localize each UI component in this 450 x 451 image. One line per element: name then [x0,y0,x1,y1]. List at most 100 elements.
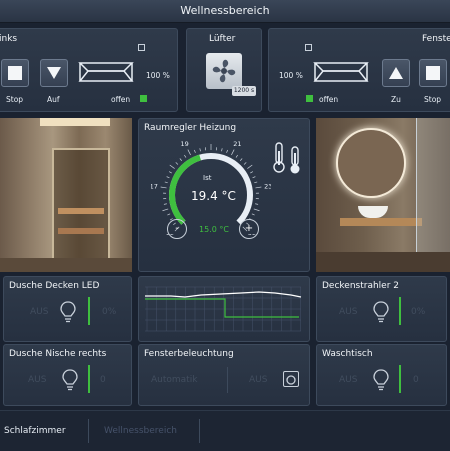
gauge-tick [170,165,175,169]
gauge-tick [188,150,191,155]
gauge-tick [255,187,261,188]
round-mirror [336,128,406,198]
gauge-tick [167,177,170,178]
thermostat-minus-button[interactable]: - [167,219,187,239]
tab-wellnessbereich[interactable]: Wellnessbereich [92,419,200,443]
blind-panel-left: inks Stop Auf 100 % offen [0,28,178,112]
blind-right-title: Fenste [422,34,450,44]
gauge-tick [169,172,172,173]
gauge-tick [162,209,168,211]
deckenstrahler-state: AUS [339,307,357,317]
gauge-tick [176,162,178,164]
shower-glass [416,118,450,272]
blind-left-checkbox[interactable] [138,44,145,51]
triangle-up-icon [388,66,404,80]
thermometer-icon [272,141,286,173]
deckenstrahler-value: 0% [411,307,425,317]
blind-left-status-indicator [140,95,147,102]
gauge-tick [255,204,258,205]
gauge-tick [167,214,170,215]
temperature-history-chart [141,281,307,337]
thermostat-ist-label: Ist [203,174,211,182]
fenster-title: Fensterbeleuchtung [144,349,234,359]
light-panel-dusche-nische[interactable]: Dusche Nische rechts AUS 0 [3,344,132,406]
blind-right-stop-button[interactable] [419,59,447,87]
sauna-photo [0,118,132,272]
dusche-nische-value: 0 [100,375,106,385]
blind-left-stop-button[interactable] [1,59,29,87]
light-panel-deckenstrahler[interactable]: Deckenstrahler 2 AUS 0% [316,276,447,342]
fan-panel: Lüfter 1200 s [186,28,262,112]
dusche-decke-value: 0% [102,307,116,317]
dusche-nische-divider [88,365,90,393]
gauge-tick [231,150,234,155]
blind-left-title: inks [0,34,17,44]
triangle-down-icon [46,66,62,80]
bathroom-photo [316,118,450,272]
history-chart-panel [138,276,310,342]
blind-right-percent: 100 % [279,71,303,80]
blind-right-down-button[interactable] [382,59,410,87]
page-title: Wellnessbereich [180,4,269,17]
gauge-tick [227,150,228,153]
thermostat-plus-button[interactable]: + [239,219,259,239]
sauna-light [40,118,110,126]
lightbulb-icon [373,301,389,323]
minus-label: - [175,223,179,234]
blind-left-state: offen [111,95,130,104]
blind-right-down-label: Zu [391,95,401,104]
thermometer-icon-2 [289,145,301,175]
tab-wellnessbereich-label: Wellnessbereich [104,426,177,436]
light-panel-dusche-decke[interactable]: Dusche Decken LED AUS 0% [3,276,132,342]
gauge-tick [250,172,253,173]
gauge-scale-label: 21 [233,140,241,148]
gauge-tick [247,165,252,169]
gauge-tick [161,187,167,188]
dusche-nische-title: Dusche Nische rechts [9,349,106,359]
fan-button[interactable] [206,53,242,89]
sauna-floor [0,258,132,272]
gauge-tick [236,155,238,157]
gauge-scale-label: 23 [264,182,271,190]
thermostat-current: 19.4 °C [191,189,236,203]
fan-timer: 1200 s [234,87,254,94]
tab-schlafzimmer[interactable]: Schlafzimmer [0,419,89,443]
chart-series-setpoint [145,299,299,317]
fenster-separator [227,367,228,393]
thermostat-setpoint: 15.0 °C [199,225,229,234]
gauge-tick [184,155,186,157]
window-blind-icon [78,61,134,85]
light-panel-waschtisch[interactable]: Waschtisch AUS 0 [316,344,447,406]
plus-label: + [245,223,253,234]
light-panel-fenster[interactable]: Fensterbeleuchtung Automatik AUS [138,344,310,406]
dusche-nische-state: AUS [28,375,46,385]
fan-title: Lüfter [209,34,235,44]
fan-timer-badge: 1200 s [232,86,256,96]
gauge-tick [254,209,260,211]
gauge-scale-label: 17 [151,182,158,190]
blind-right-status-indicator [306,95,313,102]
blind-right-checkbox[interactable] [305,44,312,51]
chart-series-actual [145,292,301,297]
dusche-decke-divider [88,297,90,325]
gauge-tick [165,182,168,183]
deckenstrahler-divider [399,297,401,325]
blind-left-up-button[interactable] [40,59,68,87]
thermostat-panel: Raumregler Heizung 151719212325 Ist 19.4… [138,118,310,272]
washbasin [358,206,388,218]
deckenstrahler-title: Deckenstrahler 2 [322,281,399,291]
fenster-power-button[interactable] [283,371,299,387]
gauge-tick [222,148,223,151]
gauge-tick [194,150,195,153]
gauge-tick [240,159,242,161]
gauge-tick [180,159,182,161]
gauge-tick [252,214,255,215]
fenster-state: AUS [249,375,267,385]
bathroom-floor [316,252,450,272]
waschtisch-value: 0 [413,375,419,385]
gauge-tick [244,162,246,164]
waschtisch-title: Waschtisch [322,349,373,359]
bottom-tab-bar: Schlafzimmer Wellnessbereich [0,410,450,451]
lightbulb-icon [62,369,78,391]
page-header: Wellnessbereich [0,0,450,23]
